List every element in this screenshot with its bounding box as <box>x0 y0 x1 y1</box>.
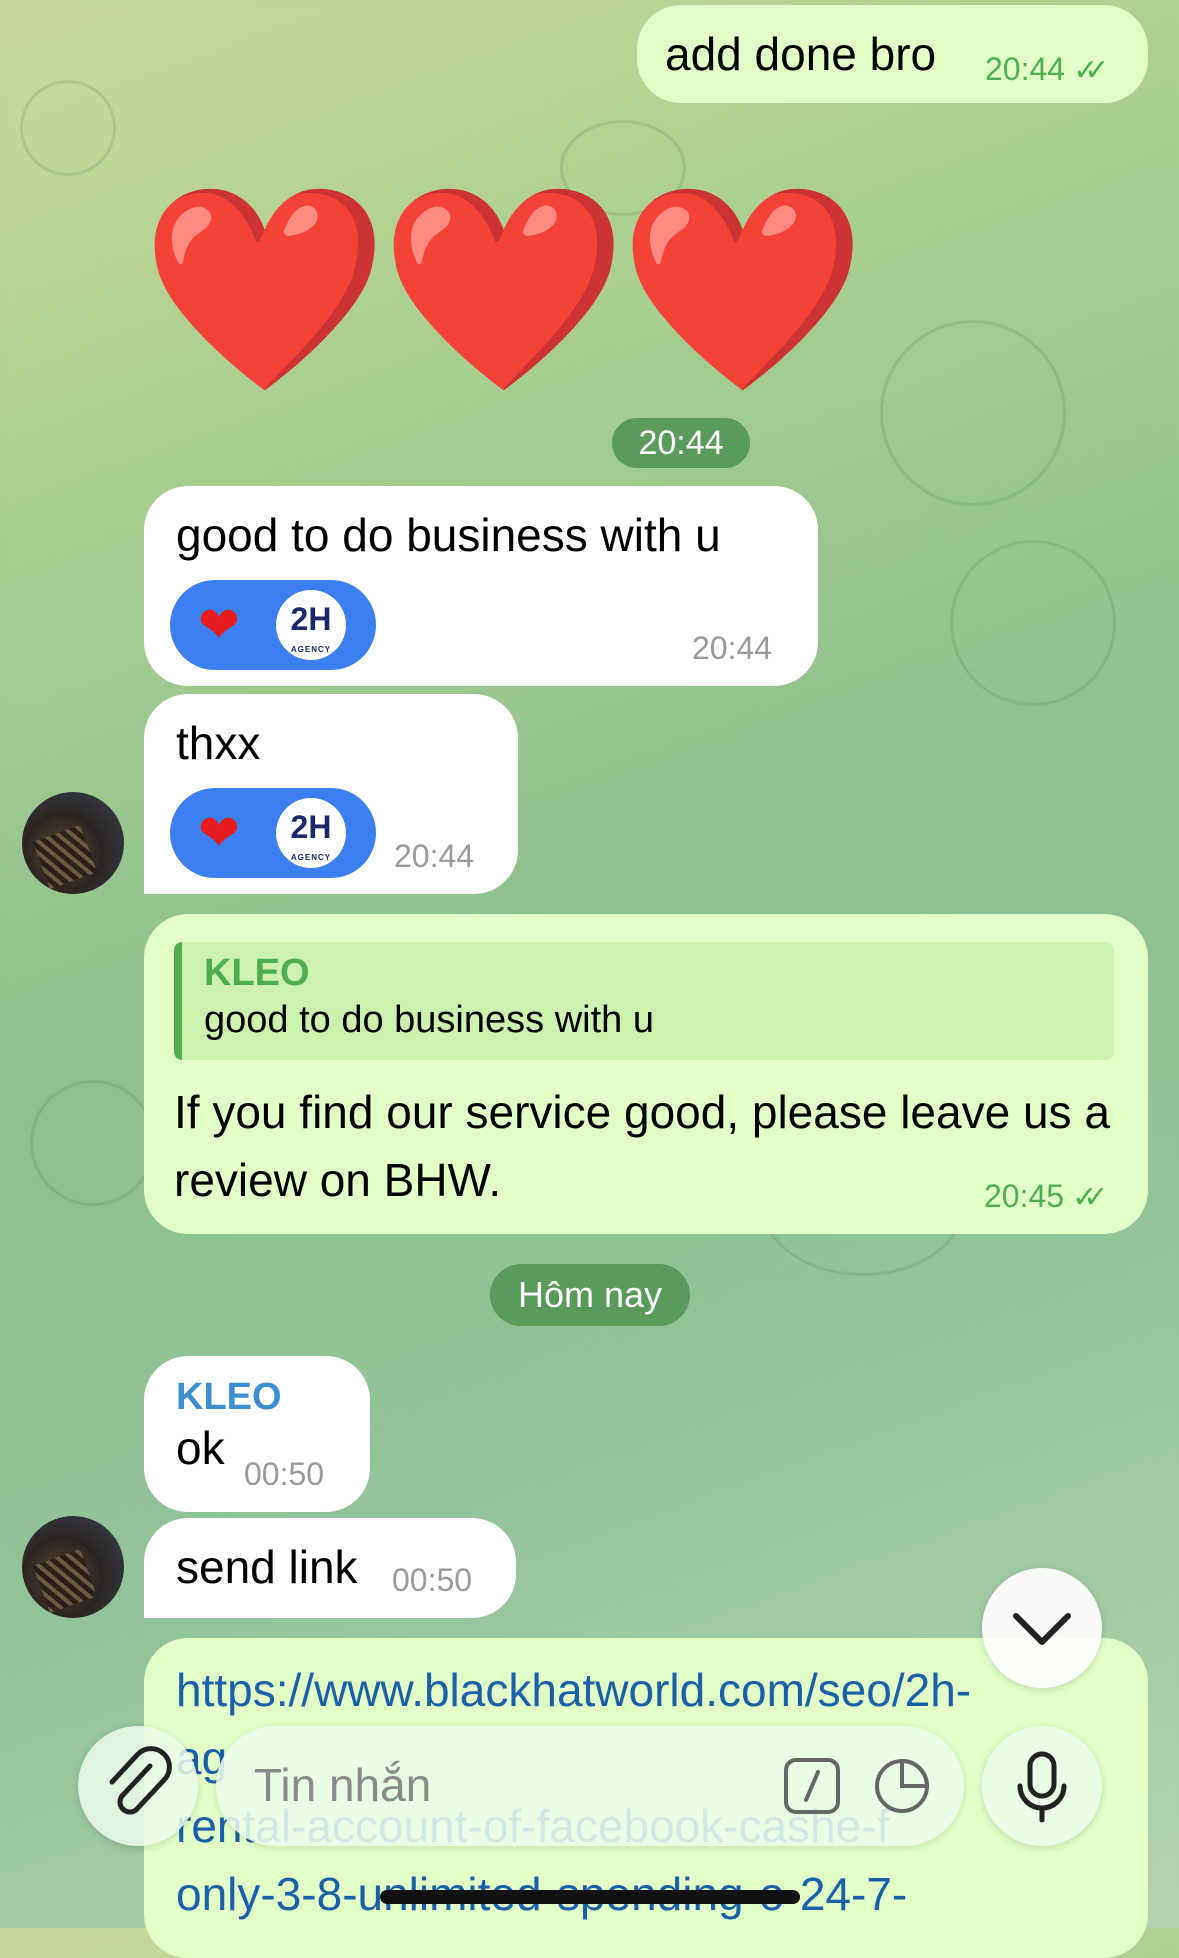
slash-command-icon[interactable] <box>784 1758 840 1814</box>
voice-button[interactable] <box>982 1726 1102 1846</box>
message-input[interactable]: Tin nhắn <box>216 1726 964 1846</box>
reaction-pill[interactable]: ❤ 2H AGENCY <box>170 580 376 670</box>
scroll-down-button[interactable] <box>982 1568 1102 1688</box>
message-bubble-outgoing[interactable]: add done bro 20:44 ✓✓ <box>637 5 1148 103</box>
heart-icon: ❤ <box>198 597 240 653</box>
message-time: 20:44 <box>692 630 773 666</box>
attach-button[interactable] <box>78 1726 198 1846</box>
home-indicator <box>380 1890 800 1904</box>
time-pill: 20:44 <box>612 418 750 468</box>
sticker-icon[interactable] <box>872 1756 932 1816</box>
message-bubble-incoming[interactable]: KLEO ok 00:50 <box>144 1356 370 1512</box>
message-time: 00:50 <box>392 1562 473 1598</box>
message-time: 00:50 <box>244 1456 325 1492</box>
heart-icon: ❤ <box>198 805 240 861</box>
message-time: 20:44 <box>394 838 475 874</box>
message-bubble-incoming[interactable]: good to do business with u ❤ 2H AGENCY 20… <box>144 486 818 686</box>
reaction-pill[interactable]: ❤ 2H AGENCY <box>170 788 376 878</box>
message-bubble-outgoing[interactable]: KLEO good to do business with u If you f… <box>144 914 1148 1234</box>
date-pill: Hôm nay <box>490 1264 690 1326</box>
read-checks-icon: ✓✓ <box>1072 1181 1108 1214</box>
chevron-down-icon <box>1013 1613 1071 1645</box>
message-bubble-incoming[interactable]: thxx ❤ 2H AGENCY 20:44 <box>144 694 518 894</box>
read-checks-icon: ✓✓ <box>1073 54 1109 87</box>
paperclip-icon <box>109 1746 172 1815</box>
avatar[interactable] <box>22 792 124 894</box>
agency-logo: 2H AGENCY <box>276 590 346 660</box>
message-text: good to do business with u <box>176 509 721 561</box>
message-time: 20:45 <box>984 1178 1065 1214</box>
avatar[interactable] <box>22 1516 124 1618</box>
message-time: 20:44 <box>985 51 1066 87</box>
message-text: thxx <box>176 717 261 769</box>
sender-name: KLEO <box>176 1376 282 1418</box>
agency-logo: 2H AGENCY <box>276 798 346 868</box>
message-text: If you find our service good, please lea… <box>174 1086 1110 1206</box>
emoji-message[interactable]: ❤️❤️❤️ <box>140 180 867 400</box>
message-bubble-incoming[interactable]: send link 00:50 <box>144 1518 516 1618</box>
reply-quote[interactable]: KLEO good to do business with u <box>174 942 1114 1060</box>
message-text: add done bro <box>665 28 937 80</box>
reply-sender: KLEO <box>204 952 310 994</box>
microphone-icon <box>1017 1751 1067 1823</box>
message-input-placeholder: Tin nhắn <box>254 1759 432 1811</box>
message-time-row: 20:44 ✓✓ <box>985 51 1110 88</box>
message-time-row: 20:45 ✓✓ <box>984 1178 1109 1215</box>
reply-text: good to do business with u <box>204 999 654 1041</box>
